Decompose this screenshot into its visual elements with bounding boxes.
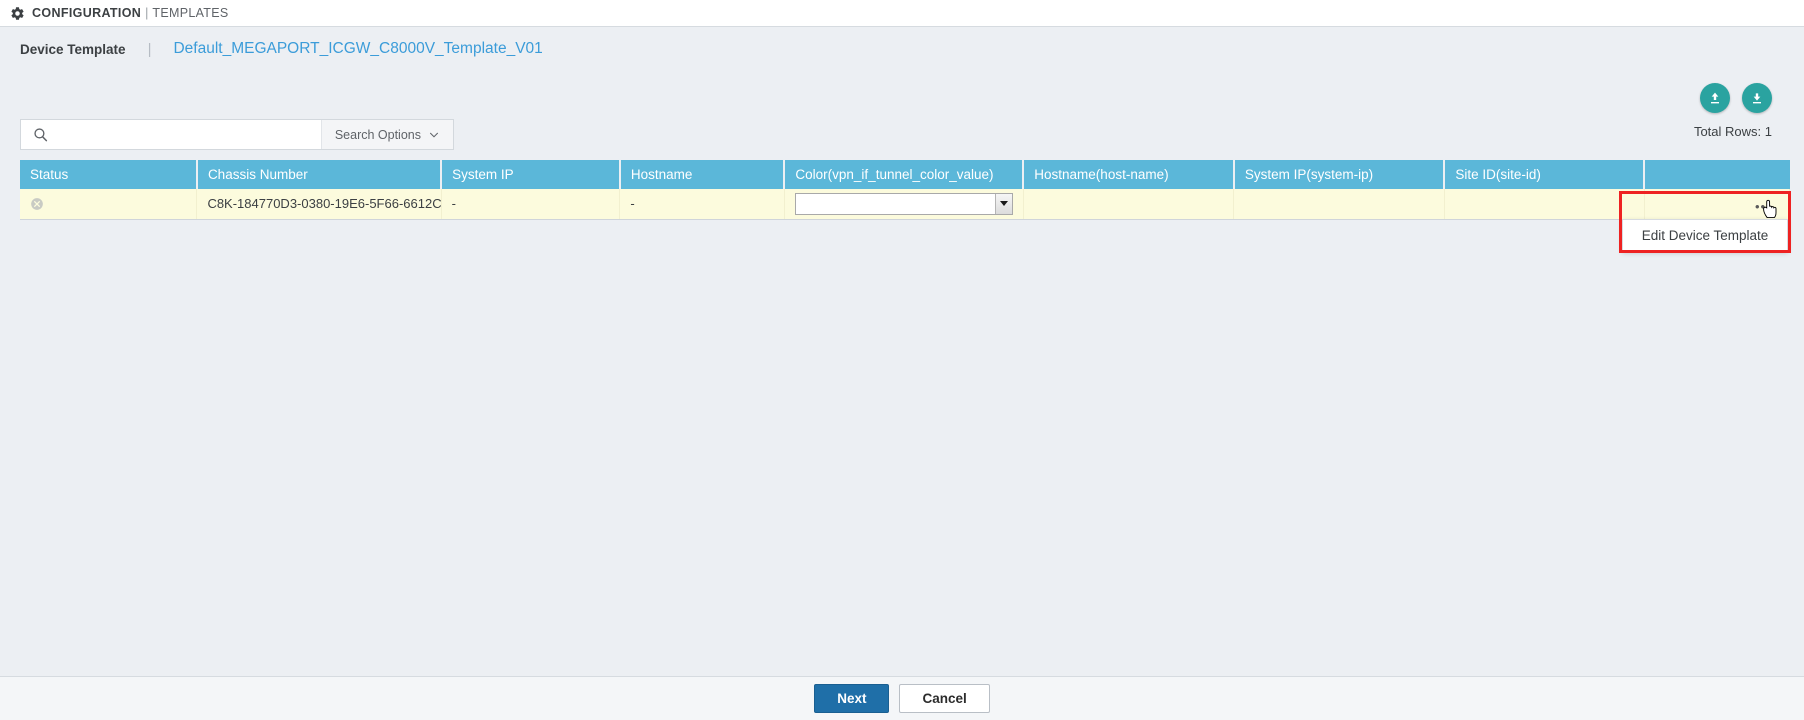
template-name-link[interactable]: Default_MEGAPORT_ICGW_C8000V_Template_V0…: [173, 40, 542, 58]
cell-site-id[interactable]: [1444, 189, 1645, 220]
device-table: Status Chassis Number System IP Hostname…: [20, 160, 1791, 220]
col-site-id-site-id[interactable]: Site ID(site-id): [1444, 160, 1646, 189]
col-status[interactable]: Status: [20, 160, 198, 189]
breadcrumb-primary[interactable]: CONFIGURATION: [32, 6, 141, 20]
top-breadcrumb-bar: CONFIGURATION | TEMPLATES: [0, 0, 1804, 27]
search-options-dropdown[interactable]: Search Options: [320, 120, 453, 149]
cell-chassis-number: C8K-184770D3-0380-19E6-5F66-6612CB427...: [196, 189, 442, 220]
table-header-row: Status Chassis Number System IP Hostname…: [20, 160, 1790, 189]
menu-item-edit-device-template[interactable]: Edit Device Template: [1623, 228, 1787, 243]
device-table-body: C8K-184770D3-0380-19E6-5F66-6612CB427...…: [20, 189, 1791, 220]
col-hostname-host-name[interactable]: Hostname(host-name): [1023, 160, 1235, 189]
device-table-head: Status Chassis Number System IP Hostname…: [20, 160, 1790, 189]
chevron-down-icon: [999, 201, 1008, 207]
cell-status: [20, 189, 198, 220]
cell-hostname-host-name[interactable]: [1023, 189, 1235, 220]
download-button[interactable]: [1742, 83, 1772, 113]
table-action-icons: [1700, 83, 1772, 113]
device-template-label: Device Template: [20, 41, 126, 57]
device-template-subheader: Device Template | Default_MEGAPORT_ICGW_…: [0, 27, 1804, 71]
color-dropdown[interactable]: [794, 192, 1013, 215]
row-context-menu: Edit Device Template: [1622, 219, 1788, 251]
col-chassis-number[interactable]: Chassis Number: [196, 160, 443, 189]
footer-action-bar: Next Cancel: [0, 676, 1804, 720]
cell-color-select: [784, 189, 1024, 220]
search-field[interactable]: [21, 120, 321, 149]
total-rows-label: Total Rows: 1: [1693, 124, 1772, 139]
gear-icon: [11, 6, 24, 20]
cell-system-ip: -: [441, 189, 621, 220]
device-table-wrapper: Status Chassis Number System IP Hostname…: [20, 160, 1791, 220]
col-color-vpn-if-tunnel-color-value[interactable]: Color(vpn_if_tunnel_color_value): [784, 160, 1025, 189]
search-options-label: Search Options: [334, 127, 421, 142]
chevron-down-icon: [429, 132, 439, 137]
cell-hostname: -: [619, 189, 785, 220]
download-arrow-icon: [1753, 93, 1761, 104]
col-system-ip-system-ip[interactable]: System IP(system-ip): [1233, 160, 1446, 189]
upload-button[interactable]: [1700, 83, 1730, 113]
subheader-separator: |: [147, 40, 152, 58]
col-system-ip[interactable]: System IP: [441, 160, 621, 189]
col-hostname[interactable]: Hostname: [619, 160, 786, 189]
ellipsis-icon[interactable]: •••: [1755, 199, 1772, 214]
status-error-icon[interactable]: [30, 197, 44, 211]
col-actions[interactable]: [1644, 160, 1790, 189]
search-icon: [34, 128, 48, 142]
upload-arrow-icon: [1711, 92, 1719, 104]
search-input[interactable]: [49, 120, 321, 149]
breadcrumb-secondary[interactable]: TEMPLATES: [152, 6, 228, 20]
color-dropdown-arrow[interactable]: [994, 193, 1012, 214]
breadcrumb-separator: |: [145, 6, 149, 20]
cell-system-ip-system-ip[interactable]: [1233, 189, 1445, 220]
next-button[interactable]: Next: [814, 684, 890, 713]
cancel-button[interactable]: Cancel: [899, 684, 990, 713]
search-bar: Search Options: [20, 119, 454, 150]
table-row[interactable]: C8K-184770D3-0380-19E6-5F66-6612CB427...…: [20, 189, 1791, 220]
